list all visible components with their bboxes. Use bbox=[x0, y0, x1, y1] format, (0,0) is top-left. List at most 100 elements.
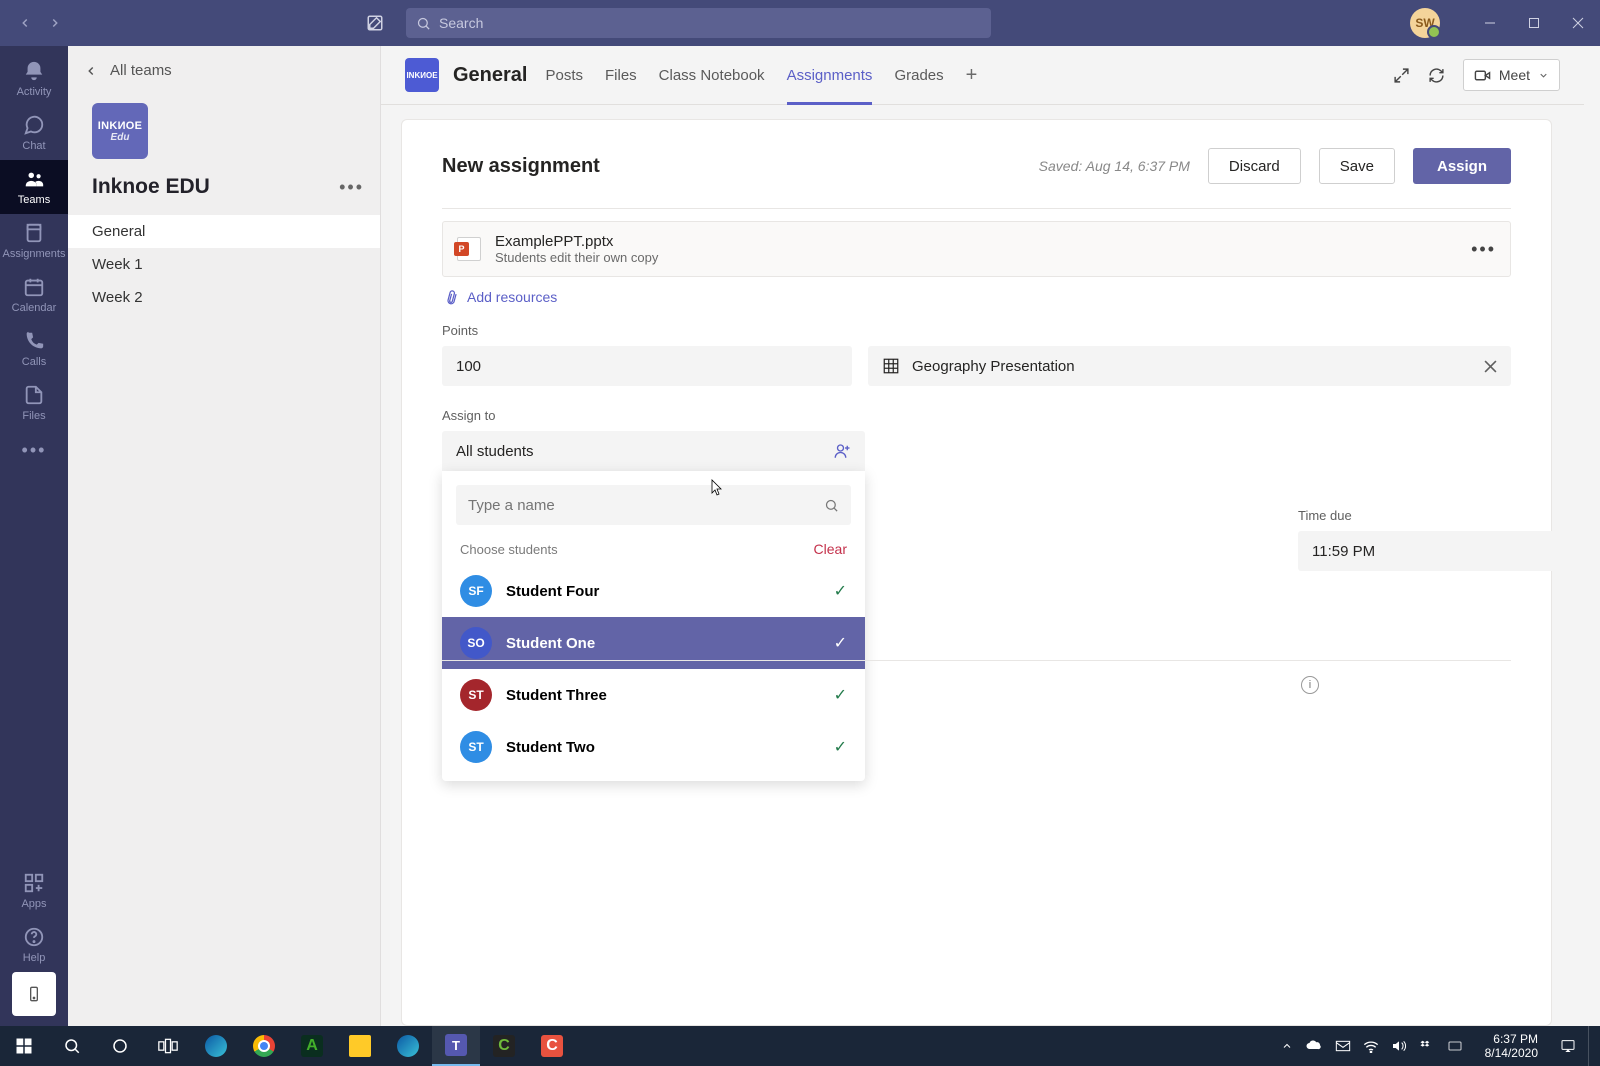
attachment-subtitle: Students edit their own copy bbox=[495, 250, 658, 265]
powerpoint-icon bbox=[457, 237, 481, 261]
all-teams-link[interactable]: All teams bbox=[68, 46, 380, 87]
tray-wifi-icon[interactable] bbox=[1363, 1039, 1379, 1053]
paperclip-icon bbox=[441, 287, 461, 307]
team-avatar[interactable]: INKИOE Edu bbox=[92, 103, 148, 159]
tab-grades[interactable]: Grades bbox=[894, 46, 943, 104]
taskbar-clock[interactable]: 6:37 PM 8/14/2020 bbox=[1485, 1032, 1538, 1061]
info-icon[interactable]: i bbox=[1301, 676, 1319, 694]
assign-to-label: Assign to bbox=[442, 408, 1511, 423]
rail-apps[interactable]: Apps bbox=[0, 864, 68, 918]
tray-volume-icon[interactable] bbox=[1391, 1039, 1407, 1053]
title-bar: Search SW bbox=[0, 0, 1600, 46]
tab-class-notebook[interactable]: Class Notebook bbox=[659, 46, 765, 104]
scrollbar[interactable] bbox=[1584, 46, 1600, 1026]
points-input[interactable]: 100 bbox=[442, 346, 852, 386]
notifications-icon[interactable] bbox=[1560, 1038, 1576, 1054]
search-icon bbox=[824, 498, 839, 513]
back-button[interactable] bbox=[10, 8, 40, 38]
tab-bar: INKИOE General Posts Files Class Noteboo… bbox=[381, 46, 1584, 105]
tab-posts[interactable]: Posts bbox=[545, 46, 583, 104]
rail-calendar[interactable]: Calendar bbox=[0, 268, 68, 322]
student-search-input[interactable] bbox=[456, 485, 851, 525]
rail-activity[interactable]: Activity bbox=[0, 52, 68, 106]
student-name: Student Two bbox=[506, 739, 595, 756]
taskbar-app-camtasia2[interactable]: C bbox=[528, 1026, 576, 1066]
channel-sidebar: All teams INKИOE Edu Inknoe EDU ••• Gene… bbox=[68, 46, 381, 1026]
tray-language-icon[interactable] bbox=[1447, 1039, 1463, 1053]
rubric-icon bbox=[882, 357, 900, 375]
tray-chevron-up-icon[interactable] bbox=[1281, 1040, 1293, 1052]
rail-mobile-icon[interactable] bbox=[12, 972, 56, 1016]
close-button[interactable] bbox=[1556, 0, 1600, 46]
refresh-icon[interactable] bbox=[1428, 67, 1445, 84]
windows-taskbar: A T C C 6:37 PM 8/14/2020 bbox=[0, 1026, 1600, 1066]
channel-week1[interactable]: Week 1 bbox=[68, 248, 380, 281]
assign-button[interactable]: Assign bbox=[1413, 148, 1511, 184]
student-picker-popover: Choose students Clear SF Student Four ✓ … bbox=[442, 471, 865, 781]
channel-general[interactable]: General bbox=[68, 215, 380, 248]
student-avatar: ST bbox=[460, 679, 492, 711]
save-button[interactable]: Save bbox=[1319, 148, 1395, 184]
check-icon: ✓ bbox=[834, 685, 847, 705]
taskbar-app-edge[interactable] bbox=[192, 1026, 240, 1066]
student-name: Student Four bbox=[506, 583, 599, 600]
taskbar-app-anaconda[interactable]: A bbox=[288, 1026, 336, 1066]
forward-button[interactable] bbox=[40, 8, 70, 38]
assignment-card: New assignment Saved: Aug 14, 6:37 PM Di… bbox=[401, 119, 1552, 1026]
profile-avatar[interactable]: SW bbox=[1410, 8, 1440, 38]
rail-teams[interactable]: Teams bbox=[0, 160, 68, 214]
clear-selection-button[interactable]: Clear bbox=[814, 541, 847, 557]
app-rail: Activity Chat Teams Assignments Calendar… bbox=[0, 46, 68, 1026]
student-item[interactable]: SO Student One ✓ bbox=[442, 617, 865, 669]
maximize-button[interactable] bbox=[1512, 0, 1556, 46]
rail-calls[interactable]: Calls bbox=[0, 322, 68, 376]
time-due-label: Time due bbox=[1298, 508, 1584, 523]
add-person-icon[interactable] bbox=[833, 442, 851, 460]
student-item[interactable]: ST Student Two ✓ bbox=[442, 721, 865, 773]
time-due-input[interactable]: 11:59 PM bbox=[1298, 531, 1584, 571]
taskbar-app-camtasia1[interactable]: C bbox=[480, 1026, 528, 1066]
taskbar-app-chrome[interactable] bbox=[240, 1026, 288, 1066]
saved-timestamp: Saved: Aug 14, 6:37 PM bbox=[1039, 158, 1190, 174]
discard-button[interactable]: Discard bbox=[1208, 148, 1301, 184]
expand-icon[interactable] bbox=[1393, 67, 1410, 84]
attachment-filename: ExamplePPT.pptx bbox=[495, 233, 658, 250]
channel-week2[interactable]: Week 2 bbox=[68, 281, 380, 314]
taskbar-app-teams[interactable]: T bbox=[432, 1026, 480, 1066]
assign-to-select[interactable]: All students bbox=[442, 431, 865, 471]
taskbar-app-edge2[interactable] bbox=[384, 1026, 432, 1066]
remove-rubric-button[interactable] bbox=[1484, 360, 1497, 373]
search-bar[interactable]: Search bbox=[406, 8, 991, 38]
cortana-button[interactable] bbox=[96, 1026, 144, 1066]
rail-chat[interactable]: Chat bbox=[0, 106, 68, 160]
task-view-button[interactable] bbox=[144, 1026, 192, 1066]
tray-mail-icon[interactable] bbox=[1335, 1040, 1351, 1052]
meet-button[interactable]: Meet bbox=[1463, 59, 1560, 91]
student-item[interactable]: ST Student Three ✓ bbox=[442, 669, 865, 721]
rubric-chip[interactable]: Geography Presentation bbox=[868, 346, 1511, 386]
attachment-row[interactable]: ExamplePPT.pptx Students edit their own … bbox=[442, 221, 1511, 277]
tray-dropbox-icon[interactable] bbox=[1419, 1039, 1435, 1053]
add-resources-link[interactable]: Add resources bbox=[444, 289, 1511, 305]
show-desktop-button[interactable] bbox=[1588, 1026, 1594, 1066]
channel-title: General bbox=[453, 64, 527, 87]
rail-help[interactable]: Help bbox=[0, 918, 68, 972]
student-item[interactable]: SF Student Four ✓ bbox=[442, 565, 865, 617]
compose-icon[interactable] bbox=[360, 8, 390, 38]
rail-more[interactable]: ••• bbox=[0, 430, 68, 470]
rail-assignments[interactable]: Assignments bbox=[0, 214, 68, 268]
search-button[interactable] bbox=[48, 1026, 96, 1066]
channel-avatar: INKИOE bbox=[405, 58, 439, 92]
start-button[interactable] bbox=[0, 1026, 48, 1066]
minimize-button[interactable] bbox=[1468, 0, 1512, 46]
tray-onedrive-icon[interactable] bbox=[1305, 1040, 1323, 1052]
add-tab-button[interactable]: + bbox=[966, 64, 978, 87]
taskbar-app-explorer[interactable] bbox=[336, 1026, 384, 1066]
student-avatar: SF bbox=[460, 575, 492, 607]
attachment-more-button[interactable]: ••• bbox=[1471, 239, 1496, 260]
main-area: INKИOE General Posts Files Class Noteboo… bbox=[381, 46, 1584, 1026]
rail-files[interactable]: Files bbox=[0, 376, 68, 430]
team-more-button[interactable]: ••• bbox=[339, 177, 364, 198]
tab-files[interactable]: Files bbox=[605, 46, 637, 104]
tab-assignments[interactable]: Assignments bbox=[787, 46, 873, 104]
